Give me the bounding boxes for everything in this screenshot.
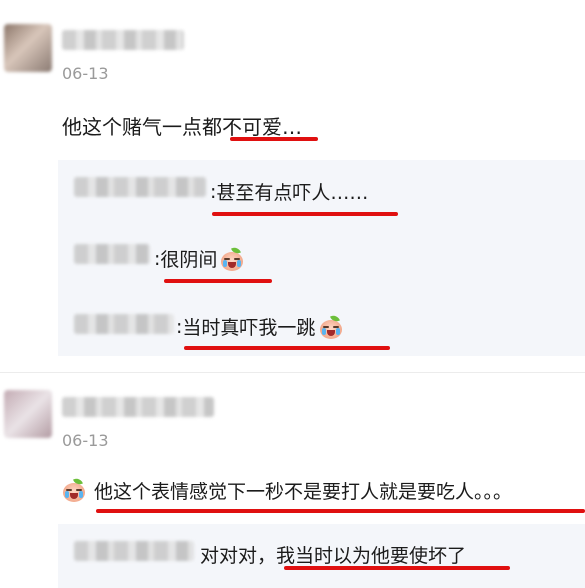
reply-text: 我当时以为他要使坏了 [276, 545, 467, 567]
username-blurred[interactable] [62, 397, 214, 417]
reply-item: : 甚至有点吓人…… [210, 178, 368, 205]
reply-username-blurred[interactable] [74, 314, 174, 334]
red-underline-annotation [184, 346, 390, 350]
crying-emoji-icon [319, 313, 343, 339]
reply-username-blurred[interactable] [74, 177, 206, 197]
comment-item: 他这个表情感觉下一秒不是要打人就是要吃人。。。 [62, 476, 513, 504]
avatar[interactable] [4, 390, 52, 438]
reply-item: : 很阴间 [154, 245, 244, 272]
red-underline-annotation [284, 566, 510, 570]
username-blurred[interactable] [62, 30, 184, 50]
reply-separator: 对对对， [200, 545, 277, 567]
comment-date: 06-13 [62, 64, 109, 83]
crying-emoji-icon [220, 245, 244, 271]
crying-emoji-icon [62, 476, 88, 504]
comment-divider [0, 372, 585, 373]
reply-item: 对对对， 我当时以为他要使坏了 [200, 541, 466, 568]
reply-username-blurred[interactable] [74, 541, 194, 561]
reply-username-blurred[interactable] [74, 244, 150, 264]
comment-date: 06-13 [62, 431, 109, 450]
comment-text: 他这个表情感觉下一秒不是要打人就是要吃人。。。 [94, 481, 513, 503]
reply-item: : 当时真吓我一跳 [176, 313, 343, 340]
red-underline-annotation [164, 279, 272, 283]
reply-text: 当时真吓我一跳 [182, 317, 316, 339]
red-underline-annotation [230, 137, 318, 141]
reply-text: 甚至有点吓人…… [216, 182, 369, 204]
reply-text: 很阴间 [160, 249, 218, 271]
avatar[interactable] [4, 24, 52, 72]
red-underline-annotation [96, 509, 585, 513]
red-underline-annotation [212, 212, 398, 216]
comment-text: 他这个赌气一点都不可爱… [62, 115, 302, 139]
